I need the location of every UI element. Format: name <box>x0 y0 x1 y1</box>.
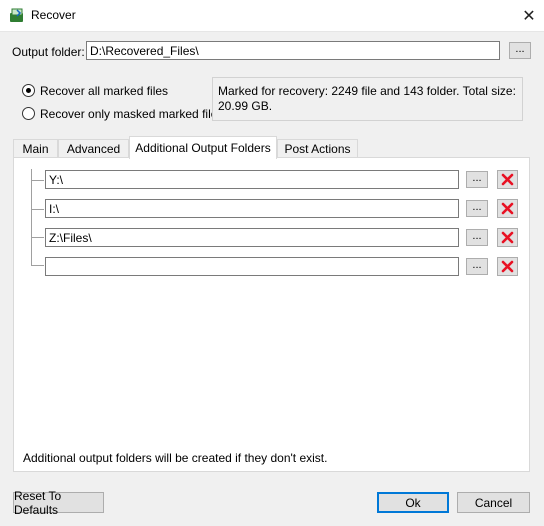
row-connector-tick <box>31 237 44 238</box>
additional-folder-browse-button-3[interactable]: ... <box>466 229 488 246</box>
additional-folder-browse-button-1[interactable]: ... <box>466 171 488 188</box>
delete-folder-button-2[interactable] <box>497 199 518 218</box>
additional-folders-note: Additional output folders will be create… <box>23 451 328 465</box>
delete-folder-button-3[interactable] <box>497 228 518 247</box>
output-browse-button[interactable]: ... <box>509 42 531 59</box>
red-x-delete-icon <box>501 260 514 273</box>
tab-additional-output-folders[interactable]: Additional Output Folders <box>129 136 277 159</box>
tab-advanced[interactable]: Advanced <box>58 139 129 157</box>
row-connector-tick <box>31 209 44 210</box>
tab-main[interactable]: Main <box>13 139 58 157</box>
output-folder-field[interactable]: D:\Recovered_Files\ <box>86 41 500 60</box>
additional-folder-field-1[interactable]: Y:\ <box>45 170 459 189</box>
red-x-delete-icon <box>501 202 514 215</box>
row-connector-tick <box>31 265 44 266</box>
delete-folder-button-4[interactable] <box>497 257 518 276</box>
title-bar <box>0 0 544 32</box>
recover-all-radio[interactable] <box>22 84 35 97</box>
row-connector-line <box>31 169 32 266</box>
additional-folder-field-2[interactable]: I:\ <box>45 199 459 218</box>
recovery-info-box: Marked for recovery: 2249 file and 143 f… <box>212 77 523 121</box>
additional-folder-browse-button-4[interactable]: ... <box>466 258 488 275</box>
recovery-info-text: Marked for recovery: 2249 file and 143 f… <box>218 84 516 113</box>
cancel-button[interactable]: Cancel <box>457 492 530 513</box>
red-x-delete-icon <box>501 231 514 244</box>
recover-masked-radio[interactable] <box>22 107 35 120</box>
tab-post-actions[interactable]: Post Actions <box>277 139 358 157</box>
window-title: Recover <box>31 8 76 22</box>
additional-folder-field-4[interactable] <box>45 257 459 276</box>
additional-folder-browse-button-2[interactable]: ... <box>466 200 488 217</box>
red-x-delete-icon <box>501 173 514 186</box>
recover-app-icon <box>9 7 25 23</box>
output-folder-label: Output folder: <box>12 45 85 59</box>
recover-masked-label[interactable]: Recover only masked marked files <box>40 107 223 121</box>
ok-button[interactable]: Ok <box>377 492 449 513</box>
row-connector-tick <box>31 180 44 181</box>
recover-all-label[interactable]: Recover all marked files <box>40 84 168 98</box>
delete-folder-button-1[interactable] <box>497 170 518 189</box>
reset-to-defaults-button[interactable]: Reset To Defaults <box>13 489 104 517</box>
additional-folder-field-3[interactable]: Z:\Files\ <box>45 228 459 247</box>
close-icon[interactable]: ✕ <box>514 4 544 28</box>
